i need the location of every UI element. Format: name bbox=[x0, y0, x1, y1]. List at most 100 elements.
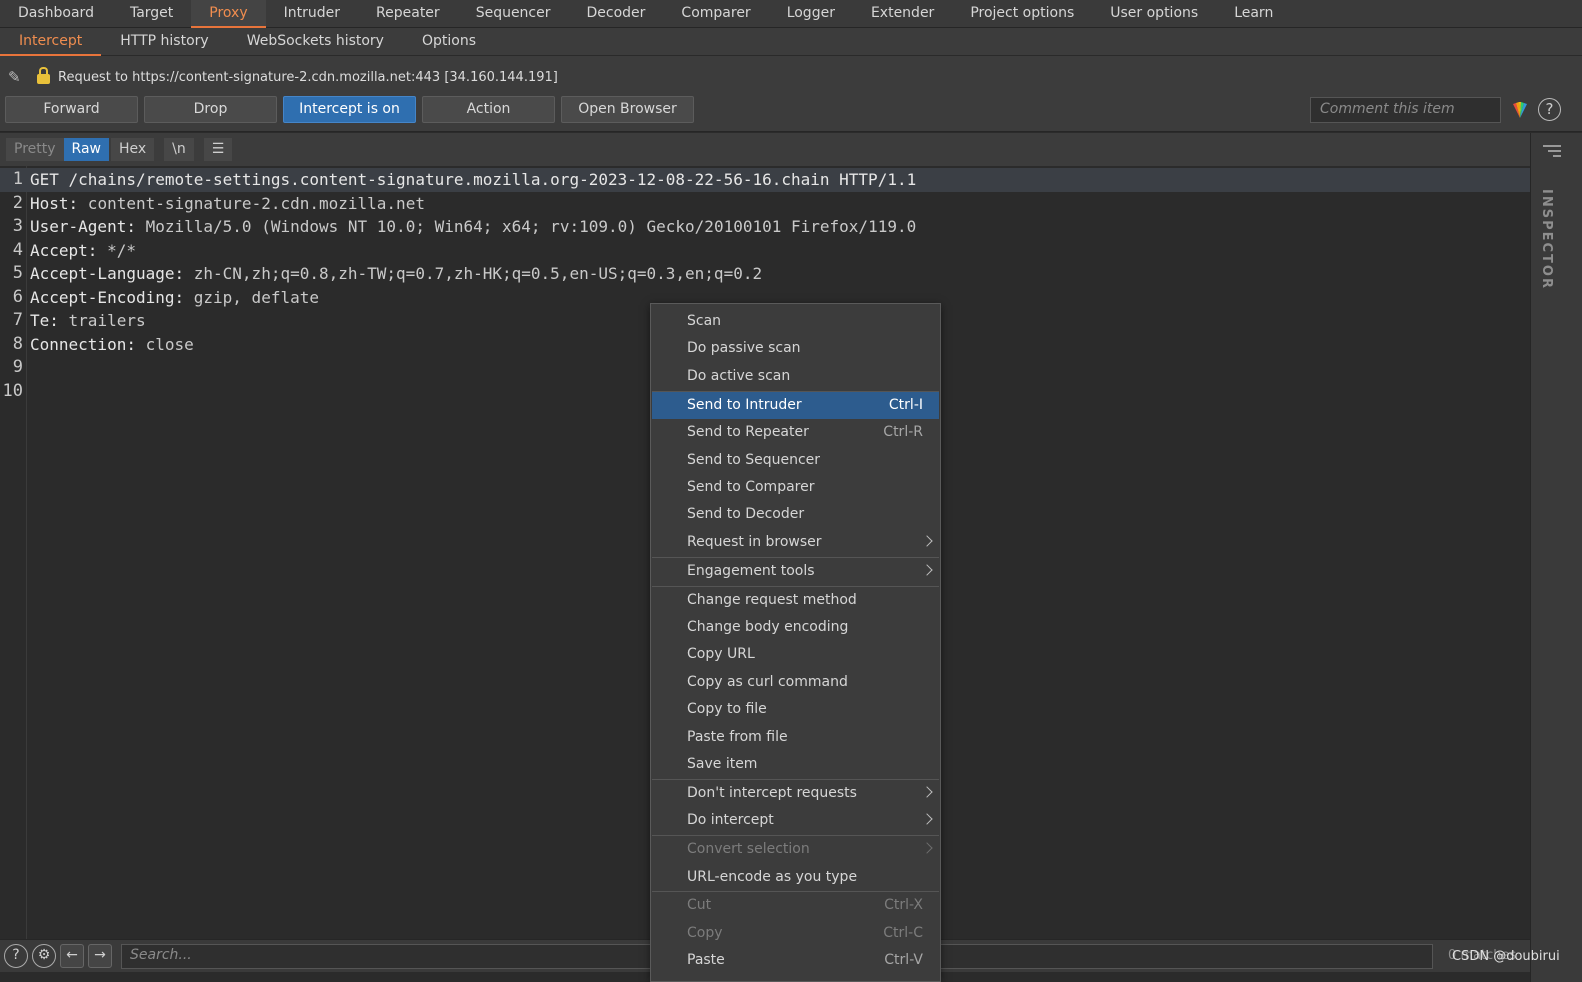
back-arrow-icon[interactable]: ← bbox=[60, 944, 84, 968]
menu-item-label: Send to Sequencer bbox=[687, 451, 821, 468]
line-number: 8 bbox=[12, 333, 23, 354]
menu-item-label: Send to Comparer bbox=[687, 478, 815, 495]
menu-item-do-active-scan[interactable]: Do active scan bbox=[652, 363, 939, 390]
header-value: content-signature-2.cdn.mozilla.net bbox=[78, 193, 425, 213]
menu-item-label: Do active scan bbox=[687, 367, 791, 384]
tab-decoder[interactable]: Decoder bbox=[569, 0, 664, 28]
open-browser-button[interactable]: Open Browser bbox=[561, 96, 694, 123]
tab-comparer[interactable]: Comparer bbox=[663, 0, 768, 28]
pretty-tab[interactable]: Pretty bbox=[6, 138, 64, 161]
editor-line[interactable]: 2 Host: content-signature-2.cdn.mozilla.n… bbox=[0, 192, 1530, 216]
message-editor-toolbar: Pretty Raw Hex \n ☰ bbox=[0, 133, 1530, 166]
tab-learn[interactable]: Learn bbox=[1216, 0, 1291, 28]
tab-project-options[interactable]: Project options bbox=[952, 0, 1092, 28]
inspector-menu-icon[interactable] bbox=[1543, 145, 1561, 160]
line-number: 7 bbox=[12, 310, 23, 330]
top-nav: Dashboard Target Proxy Intruder Repeater… bbox=[0, 0, 1582, 28]
menu-item-send-to-intruder[interactable]: Send to Intruder Ctrl-I bbox=[652, 391, 939, 419]
tab-extender[interactable]: Extender bbox=[853, 0, 952, 28]
help-icon[interactable]: ? bbox=[4, 944, 28, 968]
menu-item-engagement-tools[interactable]: Engagement tools bbox=[652, 558, 939, 585]
menu-item-do-intercept[interactable]: Do intercept bbox=[652, 807, 939, 834]
menu-item-copy-to-file[interactable]: Copy to file bbox=[652, 696, 939, 723]
chevron-right-icon bbox=[921, 786, 933, 798]
gear-icon[interactable]: ⚙ bbox=[32, 944, 56, 968]
menu-item-send-to-decoder[interactable]: Send to Decoder bbox=[652, 501, 939, 528]
editor-line[interactable]: 5 Accept-Language: zh-CN,zh;q=0.8,zh-TW;q… bbox=[0, 262, 1530, 286]
forward-arrow-icon[interactable]: → bbox=[88, 944, 112, 968]
help-icon[interactable]: ? bbox=[1538, 98, 1561, 121]
menu-item-request-in-browser[interactable]: Request in browser bbox=[652, 529, 939, 556]
menu-item-label: URL-encode as you type bbox=[687, 868, 858, 885]
tab-logger[interactable]: Logger bbox=[769, 0, 853, 28]
chevron-right-icon bbox=[921, 813, 933, 825]
menu-item-copy-as-curl-command[interactable]: Copy as curl command bbox=[652, 669, 939, 696]
menu-item-scan[interactable]: Scan bbox=[652, 308, 939, 335]
menu-item-send-to-repeater[interactable]: Send to Repeater Ctrl-R bbox=[652, 419, 939, 446]
tab-dashboard[interactable]: Dashboard bbox=[0, 0, 112, 28]
menu-item-label: Request in browser bbox=[687, 533, 822, 550]
menu-item-change-request-method[interactable]: Change request method bbox=[652, 587, 939, 614]
menu-item-shortcut: Ctrl-R bbox=[883, 424, 923, 441]
menu-item-label: Engagement tools bbox=[687, 562, 815, 579]
inspector-toggle[interactable]: INSPECTOR bbox=[1539, 189, 1554, 290]
menu-item-paste-from-file[interactable]: Paste from file bbox=[652, 724, 939, 751]
raw-tab[interactable]: Raw bbox=[63, 138, 109, 161]
pencil-icon[interactable]: ✎ bbox=[8, 68, 28, 86]
menu-item-don-t-intercept-requests[interactable]: Don't intercept requests bbox=[652, 780, 939, 807]
menu-item-copy-url[interactable]: Copy URL bbox=[652, 641, 939, 668]
editor-line[interactable]: 1 GET /chains/remote-settings.content-sig… bbox=[0, 168, 1530, 192]
highlight-color-icon[interactable] bbox=[1510, 100, 1530, 120]
header-value: */* bbox=[97, 240, 136, 260]
header-value: close bbox=[135, 334, 194, 354]
menu-item-do-passive-scan[interactable]: Do passive scan bbox=[652, 335, 939, 362]
request-target-text: Request to https://content-signature-2.c… bbox=[58, 69, 558, 85]
tab-intruder[interactable]: Intruder bbox=[266, 0, 358, 28]
menu-item-shortcut: Ctrl-C bbox=[883, 924, 923, 941]
tab-websockets-history[interactable]: WebSockets history bbox=[228, 28, 403, 56]
menu-item-copy: Copy Ctrl-C bbox=[652, 920, 939, 947]
menu-item-send-to-sequencer[interactable]: Send to Sequencer bbox=[652, 447, 939, 474]
tab-repeater[interactable]: Repeater bbox=[358, 0, 458, 28]
menu-item-change-body-encoding[interactable]: Change body encoding bbox=[652, 614, 939, 641]
forward-button[interactable]: Forward bbox=[5, 96, 138, 123]
line-number: 3 bbox=[12, 216, 23, 236]
hex-tab[interactable]: Hex bbox=[110, 138, 155, 161]
menu-item-paste[interactable]: Paste Ctrl-V bbox=[652, 947, 939, 974]
tab-user-options[interactable]: User options bbox=[1092, 0, 1216, 28]
intercept-header: ✎ Request to https://content-signature-2… bbox=[0, 56, 1582, 132]
tab-target[interactable]: Target bbox=[112, 0, 191, 28]
editor-line[interactable]: 3 User-Agent: Mozilla/5.0 (Windows NT 10.… bbox=[0, 215, 1530, 239]
menu-item-label: Change request method bbox=[687, 591, 857, 608]
menu-item-label: Copy to file bbox=[687, 701, 767, 718]
chevron-right-icon bbox=[921, 563, 933, 576]
header-name: Accept-Encoding: bbox=[30, 287, 185, 307]
tab-sequencer[interactable]: Sequencer bbox=[458, 0, 569, 28]
header-name: Te: bbox=[30, 311, 59, 330]
request-line-text: GET /chains/remote-settings.content-sign… bbox=[30, 170, 917, 189]
header-name: Accept: bbox=[30, 240, 98, 260]
comment-input[interactable]: Comment this item bbox=[1310, 97, 1501, 123]
tab-http-history[interactable]: HTTP history bbox=[101, 28, 227, 56]
menu-item-save-item[interactable]: Save item bbox=[652, 751, 939, 778]
newline-toggle[interactable]: \n bbox=[164, 138, 194, 161]
menu-item-shortcut: Ctrl-I bbox=[888, 396, 923, 413]
menu-item-label: Don't intercept requests bbox=[687, 784, 857, 801]
tab-options[interactable]: Options bbox=[403, 28, 495, 56]
menu-item-send-to-comparer[interactable]: Send to Comparer bbox=[652, 474, 939, 501]
header-name: Host: bbox=[30, 193, 79, 213]
tab-intercept[interactable]: Intercept bbox=[0, 28, 102, 56]
menu-item-shortcut: Ctrl-V bbox=[884, 952, 923, 969]
header-value: trailers bbox=[58, 311, 146, 330]
menu-item-url-encode-as-you-type[interactable]: URL-encode as you type bbox=[652, 864, 939, 891]
menu-item-label: Paste bbox=[687, 952, 725, 969]
line-number: 9 bbox=[12, 357, 23, 377]
action-button[interactable]: Action bbox=[422, 96, 555, 123]
tab-proxy[interactable]: Proxy bbox=[191, 0, 266, 28]
line-number: 1 bbox=[12, 169, 23, 189]
editor-line[interactable]: 4 Accept: */* bbox=[0, 239, 1530, 263]
hamburger-menu-icon[interactable]: ☰ bbox=[203, 138, 233, 161]
header-value: Mozilla/5.0 (Windows NT 10.0; Win64; x64… bbox=[135, 217, 917, 236]
intercept-toggle-button[interactable]: Intercept is on bbox=[283, 96, 416, 123]
drop-button[interactable]: Drop bbox=[144, 96, 277, 123]
